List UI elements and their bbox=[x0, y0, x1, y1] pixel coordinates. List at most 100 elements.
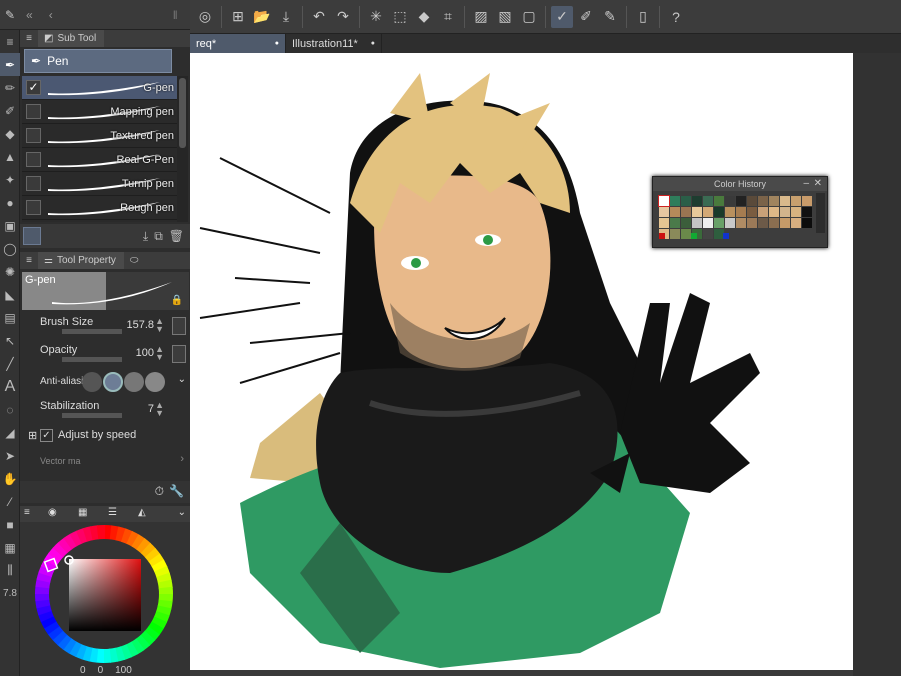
hatch-icon[interactable]: ▨ bbox=[470, 6, 492, 28]
blend-tool-icon[interactable]: ● bbox=[0, 191, 20, 214]
panel-menu-icon[interactable]: ≡ bbox=[24, 507, 30, 518]
color-swatch[interactable] bbox=[681, 218, 691, 228]
stabilization-value[interactable]: 7 bbox=[148, 403, 154, 415]
lock-icon[interactable]: 🔒 bbox=[171, 295, 183, 306]
opacity-spinner[interactable]: ▲ ▼ bbox=[155, 345, 164, 362]
color-swatch[interactable] bbox=[747, 196, 757, 206]
minimize-icon[interactable]: – bbox=[803, 177, 809, 191]
color-swatch[interactable] bbox=[802, 207, 812, 217]
drawing-canvas[interactable] bbox=[190, 53, 853, 676]
brush-visibility-checkbox[interactable] bbox=[26, 152, 41, 167]
brush-visibility-checkbox[interactable] bbox=[26, 200, 41, 215]
select-tool-icon[interactable]: ↖ bbox=[0, 329, 20, 352]
opacity-slider[interactable] bbox=[62, 357, 122, 362]
transform-icon[interactable]: ⬚ bbox=[389, 6, 411, 28]
brush-icon[interactable]: ✐ bbox=[575, 6, 597, 28]
help-icon[interactable]: ? bbox=[665, 6, 687, 28]
loading-icon[interactable]: ✳ bbox=[365, 6, 387, 28]
color-swatch[interactable] bbox=[670, 218, 680, 228]
transparent-color-icon[interactable]: ▦ bbox=[0, 536, 20, 559]
antialias-strong[interactable] bbox=[145, 372, 165, 392]
color-swatch[interactable] bbox=[758, 207, 768, 217]
color-swatch[interactable] bbox=[725, 218, 735, 228]
color-history-panel[interactable]: Color History – ✕ bbox=[652, 176, 828, 248]
intermediate-tab-icon[interactable]: ◭ bbox=[138, 507, 146, 518]
color-swatch[interactable] bbox=[692, 218, 702, 228]
brush-item[interactable]: Turnip pen bbox=[22, 172, 177, 196]
antialias-none[interactable] bbox=[82, 372, 102, 392]
balloon-tool-icon[interactable]: ◌ bbox=[0, 398, 20, 421]
hatch2-icon[interactable]: ▧ bbox=[494, 6, 516, 28]
undo-icon[interactable]: ↶ bbox=[308, 6, 330, 28]
antialias-medium[interactable] bbox=[124, 372, 144, 392]
color-marker[interactable] bbox=[723, 233, 729, 239]
line-tool-icon[interactable]: ╱ bbox=[0, 352, 20, 375]
collapse-left-icon[interactable]: « bbox=[26, 8, 33, 22]
color-swatch[interactable] bbox=[703, 207, 713, 217]
pen-active-icon[interactable]: ✓ bbox=[551, 5, 573, 28]
color-marker[interactable] bbox=[691, 233, 697, 239]
pen-tool-icon[interactable]: ✒ bbox=[0, 53, 20, 76]
color-swatch[interactable] bbox=[659, 207, 669, 217]
color-swatch[interactable] bbox=[714, 218, 724, 228]
tab-sub-tool[interactable]: ◩ Sub Tool bbox=[38, 30, 105, 47]
color-swatch[interactable] bbox=[658, 195, 670, 207]
color-swatch[interactable] bbox=[791, 207, 801, 217]
panel-grip-icon[interactable]: ‖ bbox=[173, 8, 178, 22]
color-wheel[interactable] bbox=[20, 522, 190, 676]
gradient-tool-icon[interactable]: ▤ bbox=[0, 306, 20, 329]
hand-tool-icon[interactable]: ✋ bbox=[0, 467, 20, 490]
new-canvas-icon[interactable]: ⊞ bbox=[227, 6, 249, 28]
color-swatch[interactable] bbox=[714, 196, 724, 206]
antialias-weak[interactable] bbox=[103, 372, 123, 392]
color-swatch[interactable] bbox=[681, 207, 691, 217]
brush-size-pressure-button[interactable] bbox=[172, 317, 186, 335]
adjust-speed-checkbox[interactable]: ✓ bbox=[40, 429, 53, 442]
stopwatch-icon[interactable]: ⏱ bbox=[155, 484, 164, 499]
color-slider-tab-icon[interactable]: ☰ bbox=[108, 507, 117, 518]
color-swatch[interactable] bbox=[747, 218, 757, 228]
panel-menu-icon[interactable]: ≡ bbox=[20, 33, 38, 44]
wrench-icon[interactable]: 🔧 bbox=[169, 484, 184, 498]
color-set-tab-icon[interactable]: ▦ bbox=[78, 507, 87, 518]
settings-sliders-icon[interactable]: ⫼ bbox=[0, 559, 20, 582]
panel-menu-icon[interactable]: ≡ bbox=[20, 255, 38, 266]
move-tool-icon[interactable]: ➤ bbox=[0, 444, 20, 467]
menu-icon[interactable]: ≡ bbox=[0, 30, 20, 53]
color-swatch[interactable] bbox=[736, 218, 746, 228]
brush-item[interactable]: Mapping pen bbox=[22, 100, 177, 124]
color-swatch[interactable] bbox=[769, 218, 779, 228]
import-icon[interactable]: ⤓ bbox=[143, 229, 148, 244]
color-swatch[interactable] bbox=[703, 196, 713, 206]
brush-item[interactable]: Real G-Pen bbox=[22, 148, 177, 172]
ruler-tool-icon[interactable]: ◢ bbox=[0, 421, 20, 444]
color-history-titlebar[interactable]: Color History – ✕ bbox=[653, 177, 827, 191]
brush-list-scrollbar[interactable] bbox=[177, 76, 188, 222]
brush-size-value[interactable]: 157.8 bbox=[126, 319, 154, 331]
color-history-scrollbar[interactable] bbox=[816, 193, 825, 233]
stabilization-spinner[interactable]: ▲ ▼ bbox=[155, 401, 164, 418]
eraser-icon[interactable]: ✎ bbox=[599, 6, 621, 28]
color-swatch[interactable] bbox=[670, 196, 680, 206]
color-swatch[interactable] bbox=[780, 218, 790, 228]
color-swatch[interactable] bbox=[802, 196, 812, 206]
color-swatch[interactable] bbox=[659, 218, 669, 228]
color-swatch[interactable] bbox=[736, 207, 746, 217]
subtool-group-button[interactable]: ✒ Pen bbox=[24, 49, 172, 73]
color-marker[interactable] bbox=[659, 233, 665, 239]
canvas-area[interactable] bbox=[190, 53, 901, 676]
main-color-icon[interactable]: ■ bbox=[0, 513, 20, 536]
close-icon[interactable]: ✕ bbox=[814, 177, 822, 191]
bucket-tool-icon[interactable]: ◣ bbox=[0, 283, 20, 306]
stabilization-slider[interactable] bbox=[62, 413, 122, 418]
save-icon[interactable]: ⤓ bbox=[275, 6, 297, 28]
brush-item[interactable]: ✓ G-pen bbox=[22, 76, 177, 100]
brush-size-slider[interactable] bbox=[62, 329, 122, 334]
color-swatch[interactable] bbox=[725, 207, 735, 217]
subtool-settings-icon[interactable] bbox=[23, 227, 41, 245]
redo-icon[interactable]: ↷ bbox=[332, 6, 354, 28]
pencil-tool-icon[interactable]: ✏ bbox=[0, 76, 20, 99]
stamp-tool-icon[interactable]: ▲ bbox=[0, 145, 20, 168]
color-swatch[interactable] bbox=[692, 207, 702, 217]
chevron-down-icon[interactable]: ⌄ bbox=[178, 507, 186, 518]
